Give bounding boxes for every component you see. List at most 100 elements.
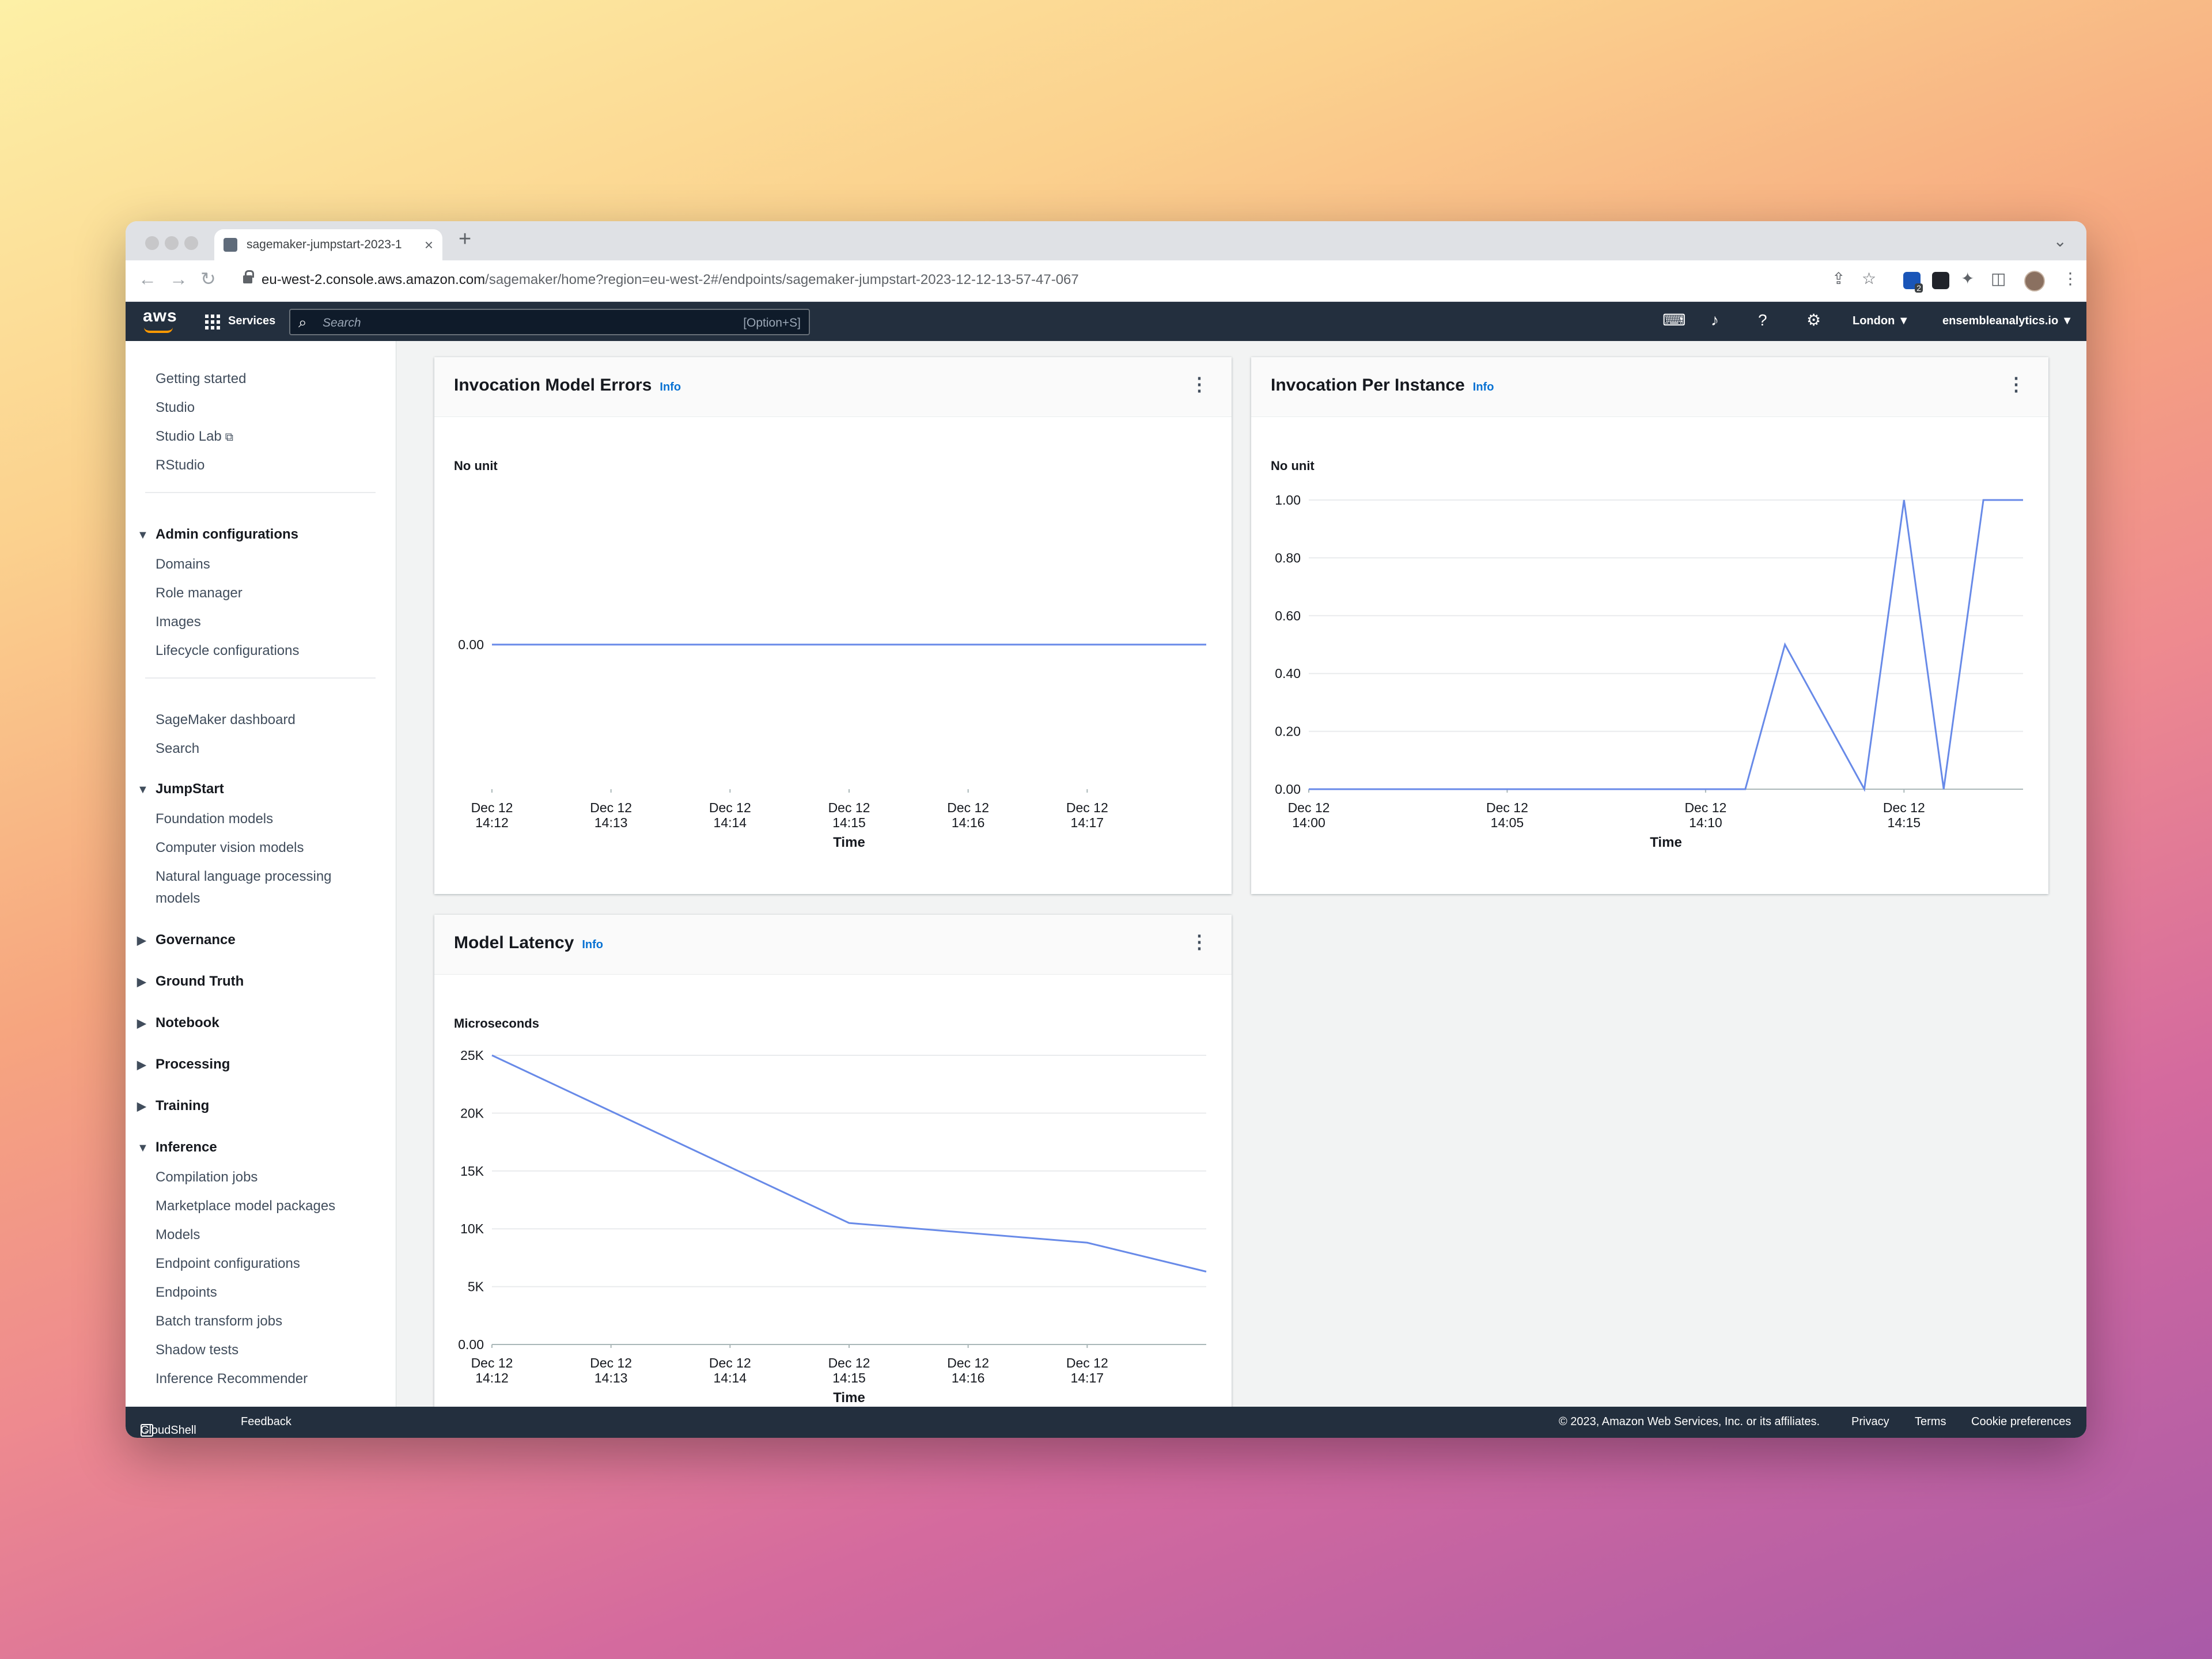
sidebar-item-getting-started[interactable]: Getting started: [156, 371, 246, 387]
bookmark-star-icon[interactable]: ☆: [1862, 271, 1876, 287]
help-icon[interactable]: ?: [1758, 312, 1767, 328]
sidebar-item-compilation-jobs[interactable]: Compilation jobs: [156, 1169, 257, 1185]
url-path: /sagemaker/home?region=eu-west-2#/endpoi…: [485, 272, 1079, 287]
profile-avatar[interactable]: [2024, 271, 2045, 291]
sidebar-item-studio[interactable]: Studio: [156, 400, 195, 416]
x-tick-label: Dec 12 14:13: [590, 800, 632, 830]
forward-arrow-icon[interactable]: →: [169, 270, 188, 288]
sidebar-section-ground-truth[interactable]: ▶ Ground Truth: [137, 974, 244, 990]
sidebar-item-marketplace-packages[interactable]: Marketplace model packages: [156, 1198, 335, 1214]
x-tick-label-line: Dec 12: [828, 1355, 870, 1370]
x-tick-label-line: Dec 12: [1288, 800, 1330, 815]
sidebar-item-dashboard[interactable]: SageMaker dashboard: [156, 712, 296, 728]
sidebar-section-notebook[interactable]: ▶ Notebook: [137, 1015, 219, 1031]
x-tick-label-line: 14:14: [714, 815, 747, 830]
side-panel-icon[interactable]: ◫: [1991, 271, 2006, 287]
cookie-preferences-link[interactable]: Cookie preferences: [1971, 1415, 2071, 1429]
region-selector[interactable]: London ▼: [1853, 315, 1910, 328]
tab-title: sagemaker-jumpstart-2023-1: [247, 238, 402, 251]
terms-link[interactable]: Terms: [1915, 1415, 1946, 1429]
x-tick-label: Dec 12 14:14: [709, 1355, 751, 1385]
sidebar-item-inference-recommender[interactable]: Inference Recommender: [156, 1371, 308, 1387]
url-field[interactable]: eu-west-2.console.aws.amazon.com/sagemak…: [262, 272, 1079, 288]
x-tick-label-line: Dec 12: [471, 800, 513, 815]
sidebar-item-computer-vision[interactable]: Computer vision models: [156, 840, 304, 856]
sidebar-item-images[interactable]: Images: [156, 614, 201, 630]
new-tab-button[interactable]: +: [459, 228, 471, 250]
x-tick-label-line: 14:00: [1292, 815, 1325, 830]
account-menu[interactable]: ensembleanalytics.io ▼: [1942, 315, 2073, 328]
y-tick-label: 1.00: [1275, 493, 1301, 507]
back-arrow-icon[interactable]: ←: [138, 270, 157, 288]
invocation-per-instance-panel: Invocation Per Instance Info ⋮ No unit 0.…: [1251, 357, 2048, 894]
close-window-button[interactable]: [145, 236, 159, 250]
sidebar-section-inference[interactable]: ▼ Inference: [137, 1139, 217, 1156]
extensions-puzzle-icon[interactable]: ✦: [1961, 271, 1974, 287]
reload-icon[interactable]: ↻: [200, 270, 216, 288]
sidebar-section-admin[interactable]: ▼ Admin configurations: [137, 527, 298, 543]
sidebar-item-domains[interactable]: Domains: [156, 556, 210, 573]
sidebar-item-shadow-tests[interactable]: Shadow tests: [156, 1342, 238, 1358]
sidebar-item-endpoint-configurations[interactable]: Endpoint configurations: [156, 1256, 300, 1272]
sidebar-item-studio-lab[interactable]: Studio Lab ⧉: [156, 429, 233, 445]
close-tab-icon[interactable]: ×: [425, 237, 433, 252]
settings-gear-icon[interactable]: ⚙: [1806, 312, 1821, 328]
minimize-window-button[interactable]: [165, 236, 179, 250]
x-tick-label-line: Dec 12: [1066, 1355, 1108, 1370]
x-tick-label-line: Dec 12: [828, 800, 870, 815]
sidebar-item-nlp-models[interactable]: Natural language processing: [156, 869, 332, 885]
sidebar-item-foundation-models[interactable]: Foundation models: [156, 811, 273, 827]
sidebar-section-jumpstart[interactable]: ▼ JumpStart: [137, 781, 224, 797]
browser-menu-icon[interactable]: ⋮: [2062, 271, 2078, 287]
x-axis-title: Time: [833, 1390, 865, 1406]
privacy-link[interactable]: Privacy: [1851, 1415, 1889, 1429]
share-icon[interactable]: ⇪: [1832, 271, 1845, 287]
notifications-bell-icon[interactable]: ♪: [1711, 312, 1719, 328]
sidebar-item-role-manager[interactable]: Role manager: [156, 585, 243, 601]
x-tick-label-line: 14:15: [832, 815, 866, 830]
sidebar-section-training[interactable]: ▶ Training: [137, 1098, 209, 1114]
x-tick-label-line: 14:15: [832, 1370, 866, 1385]
react-devtools-extension-icon[interactable]: [1932, 272, 1949, 289]
password-manager-extension-icon[interactable]: 2: [1903, 272, 1923, 293]
sidebar-item-batch-transform[interactable]: Batch transform jobs: [156, 1313, 282, 1330]
x-tick-label: Dec 12 14:15: [1883, 800, 1925, 830]
series-line: [1309, 499, 2023, 792]
sidebar-section-governance[interactable]: ▶ Governance: [137, 932, 236, 948]
per-instance-chart: 0.000.200.400.600.801.00Dec 12 14:00Dec 1…: [1275, 493, 2023, 850]
x-tick-label-line: 14:15: [1888, 815, 1921, 830]
x-tick-label-line: Dec 12: [1883, 800, 1925, 815]
y-tick-label: 0.60: [1275, 608, 1301, 623]
governance-label: Governance: [156, 932, 236, 948]
y-tick-label: 0.00: [458, 1337, 484, 1352]
sidebar-divider: [145, 492, 376, 493]
cloudshell-icon[interactable]: ⌨: [1662, 312, 1685, 328]
x-tick-label-line: 14:12: [475, 1370, 509, 1385]
sidebar-item-nlp-models-cont[interactable]: models: [156, 891, 200, 907]
sidebar-item-endpoints[interactable]: Endpoints: [156, 1285, 217, 1301]
sidebar-item-lifecycle[interactable]: Lifecycle configurations: [156, 643, 299, 659]
x-tick-label: Dec 12 14:17: [1066, 1355, 1108, 1385]
services-grid-icon[interactable]: [205, 315, 220, 329]
training-label: Training: [156, 1098, 210, 1113]
console-search-input[interactable]: ⌕ Search [Option+S]: [289, 309, 810, 335]
y-tick-label: 25K: [460, 1048, 484, 1063]
sidebar-section-processing[interactable]: ▶ Processing: [137, 1056, 230, 1073]
model-latency-panel: Model Latency Info ⋮ Microseconds 0.00 5K 1…: [434, 915, 1232, 1410]
sidebar-item-search[interactable]: Search: [156, 741, 199, 757]
x-tick-label-line: 14:10: [1689, 815, 1722, 830]
x-axis-title: Time: [833, 835, 865, 850]
tab-list-chevron-icon[interactable]: ⌄: [2054, 232, 2067, 251]
y-tick-label: 0.40: [1275, 666, 1301, 681]
processing-label: Processing: [156, 1056, 230, 1072]
y-tick-label: 0.20: [1275, 724, 1301, 739]
y-tick-label: 0.00: [1275, 782, 1301, 797]
maximize-window-button[interactable]: [184, 236, 198, 250]
sidebar-item-models[interactable]: Models: [156, 1227, 200, 1243]
y-tick-label: 5K: [468, 1279, 484, 1294]
aws-logo[interactable]: aws: [143, 306, 177, 326]
sidebar-item-rstudio[interactable]: RStudio: [156, 457, 204, 474]
feedback-link[interactable]: Feedback: [241, 1415, 291, 1429]
browser-tab[interactable]: sagemaker-jumpstart-2023-1 ×: [214, 229, 442, 260]
services-menu[interactable]: Services: [228, 315, 275, 328]
